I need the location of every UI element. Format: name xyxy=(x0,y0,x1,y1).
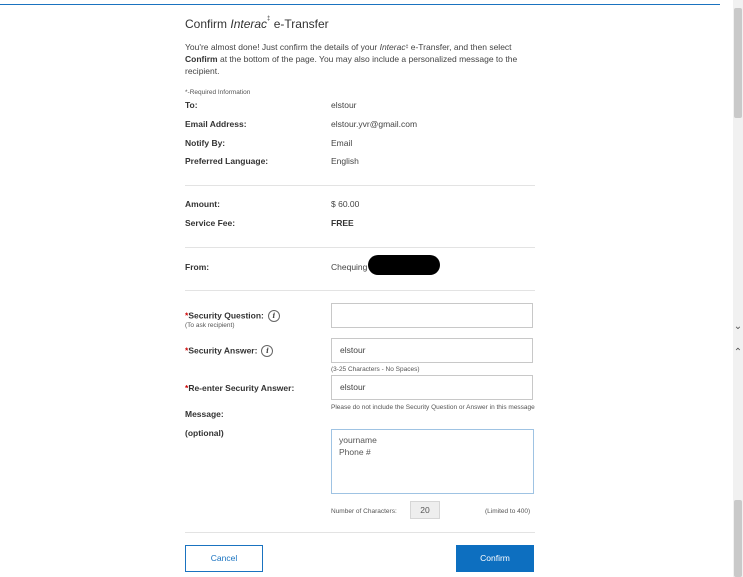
to-value: elstour xyxy=(331,100,357,110)
email-value: elstour.yvr@gmail.com xyxy=(331,119,418,129)
character-count-label: Number of Characters: xyxy=(331,508,397,515)
chevron-down-icon[interactable]: ⌄ xyxy=(733,322,743,332)
cancel-button[interactable]: Cancel xyxy=(185,545,263,572)
scrollbar-thumb[interactable] xyxy=(734,8,742,118)
section-divider xyxy=(185,532,535,533)
email-label: Email Address: xyxy=(185,119,247,129)
section-divider xyxy=(185,290,535,291)
message-textarea[interactable]: yourname Phone # xyxy=(331,429,534,494)
security-question-label: *Security Question: i xyxy=(185,310,280,322)
intro-text: You're almost done! Just confirm the det… xyxy=(185,42,518,77)
language-value: English xyxy=(331,156,359,166)
section-divider xyxy=(185,247,535,248)
message-hint: Please do not include the Security Quest… xyxy=(331,404,535,411)
security-answer-label: *Security Answer: i xyxy=(185,345,274,357)
from-label: From: xyxy=(185,262,210,272)
security-question-sublabel: (To ask recipient) xyxy=(185,322,235,329)
amount-label: Amount: xyxy=(185,199,220,209)
security-answer-hint: (3-25 Characters - No Spaces) xyxy=(331,366,420,373)
reenter-answer-label: *Re-enter Security Answer: xyxy=(185,383,295,393)
service-fee-label: Service Fee: xyxy=(185,218,236,228)
redacted-account-number xyxy=(368,255,440,275)
notify-label: Notify By: xyxy=(185,138,226,148)
character-limit-note: (Limited to 400) xyxy=(485,508,531,515)
service-fee-value: FREE xyxy=(331,218,354,228)
section-divider xyxy=(185,185,535,186)
top-divider xyxy=(0,4,720,5)
to-label: To: xyxy=(185,100,198,110)
confirm-button[interactable]: Confirm xyxy=(456,545,534,572)
language-label: Preferred Language: xyxy=(185,156,269,166)
security-answer-input[interactable]: elstour xyxy=(331,338,533,363)
message-optional-label: (optional) xyxy=(185,428,224,438)
character-count-value: 20 xyxy=(410,501,440,519)
amount-value: $ 60.00 xyxy=(331,199,360,209)
scrollbar-thumb-lower[interactable] xyxy=(734,500,742,577)
chevron-up-icon[interactable]: ⌃ xyxy=(733,348,743,358)
notify-value: Email xyxy=(331,138,353,148)
security-question-input[interactable] xyxy=(331,303,533,328)
from-account: Chequing xyxy=(331,262,368,272)
info-icon[interactable]: i xyxy=(261,345,274,357)
info-icon[interactable]: i xyxy=(267,310,280,322)
reenter-answer-input[interactable]: elstour xyxy=(331,375,533,400)
message-label: Message: xyxy=(185,409,224,419)
required-info-note: *-Required Information xyxy=(185,89,251,96)
page-title: Confirm Interac‡ e-Transfer xyxy=(185,16,329,31)
scrollbar[interactable] xyxy=(733,0,743,577)
